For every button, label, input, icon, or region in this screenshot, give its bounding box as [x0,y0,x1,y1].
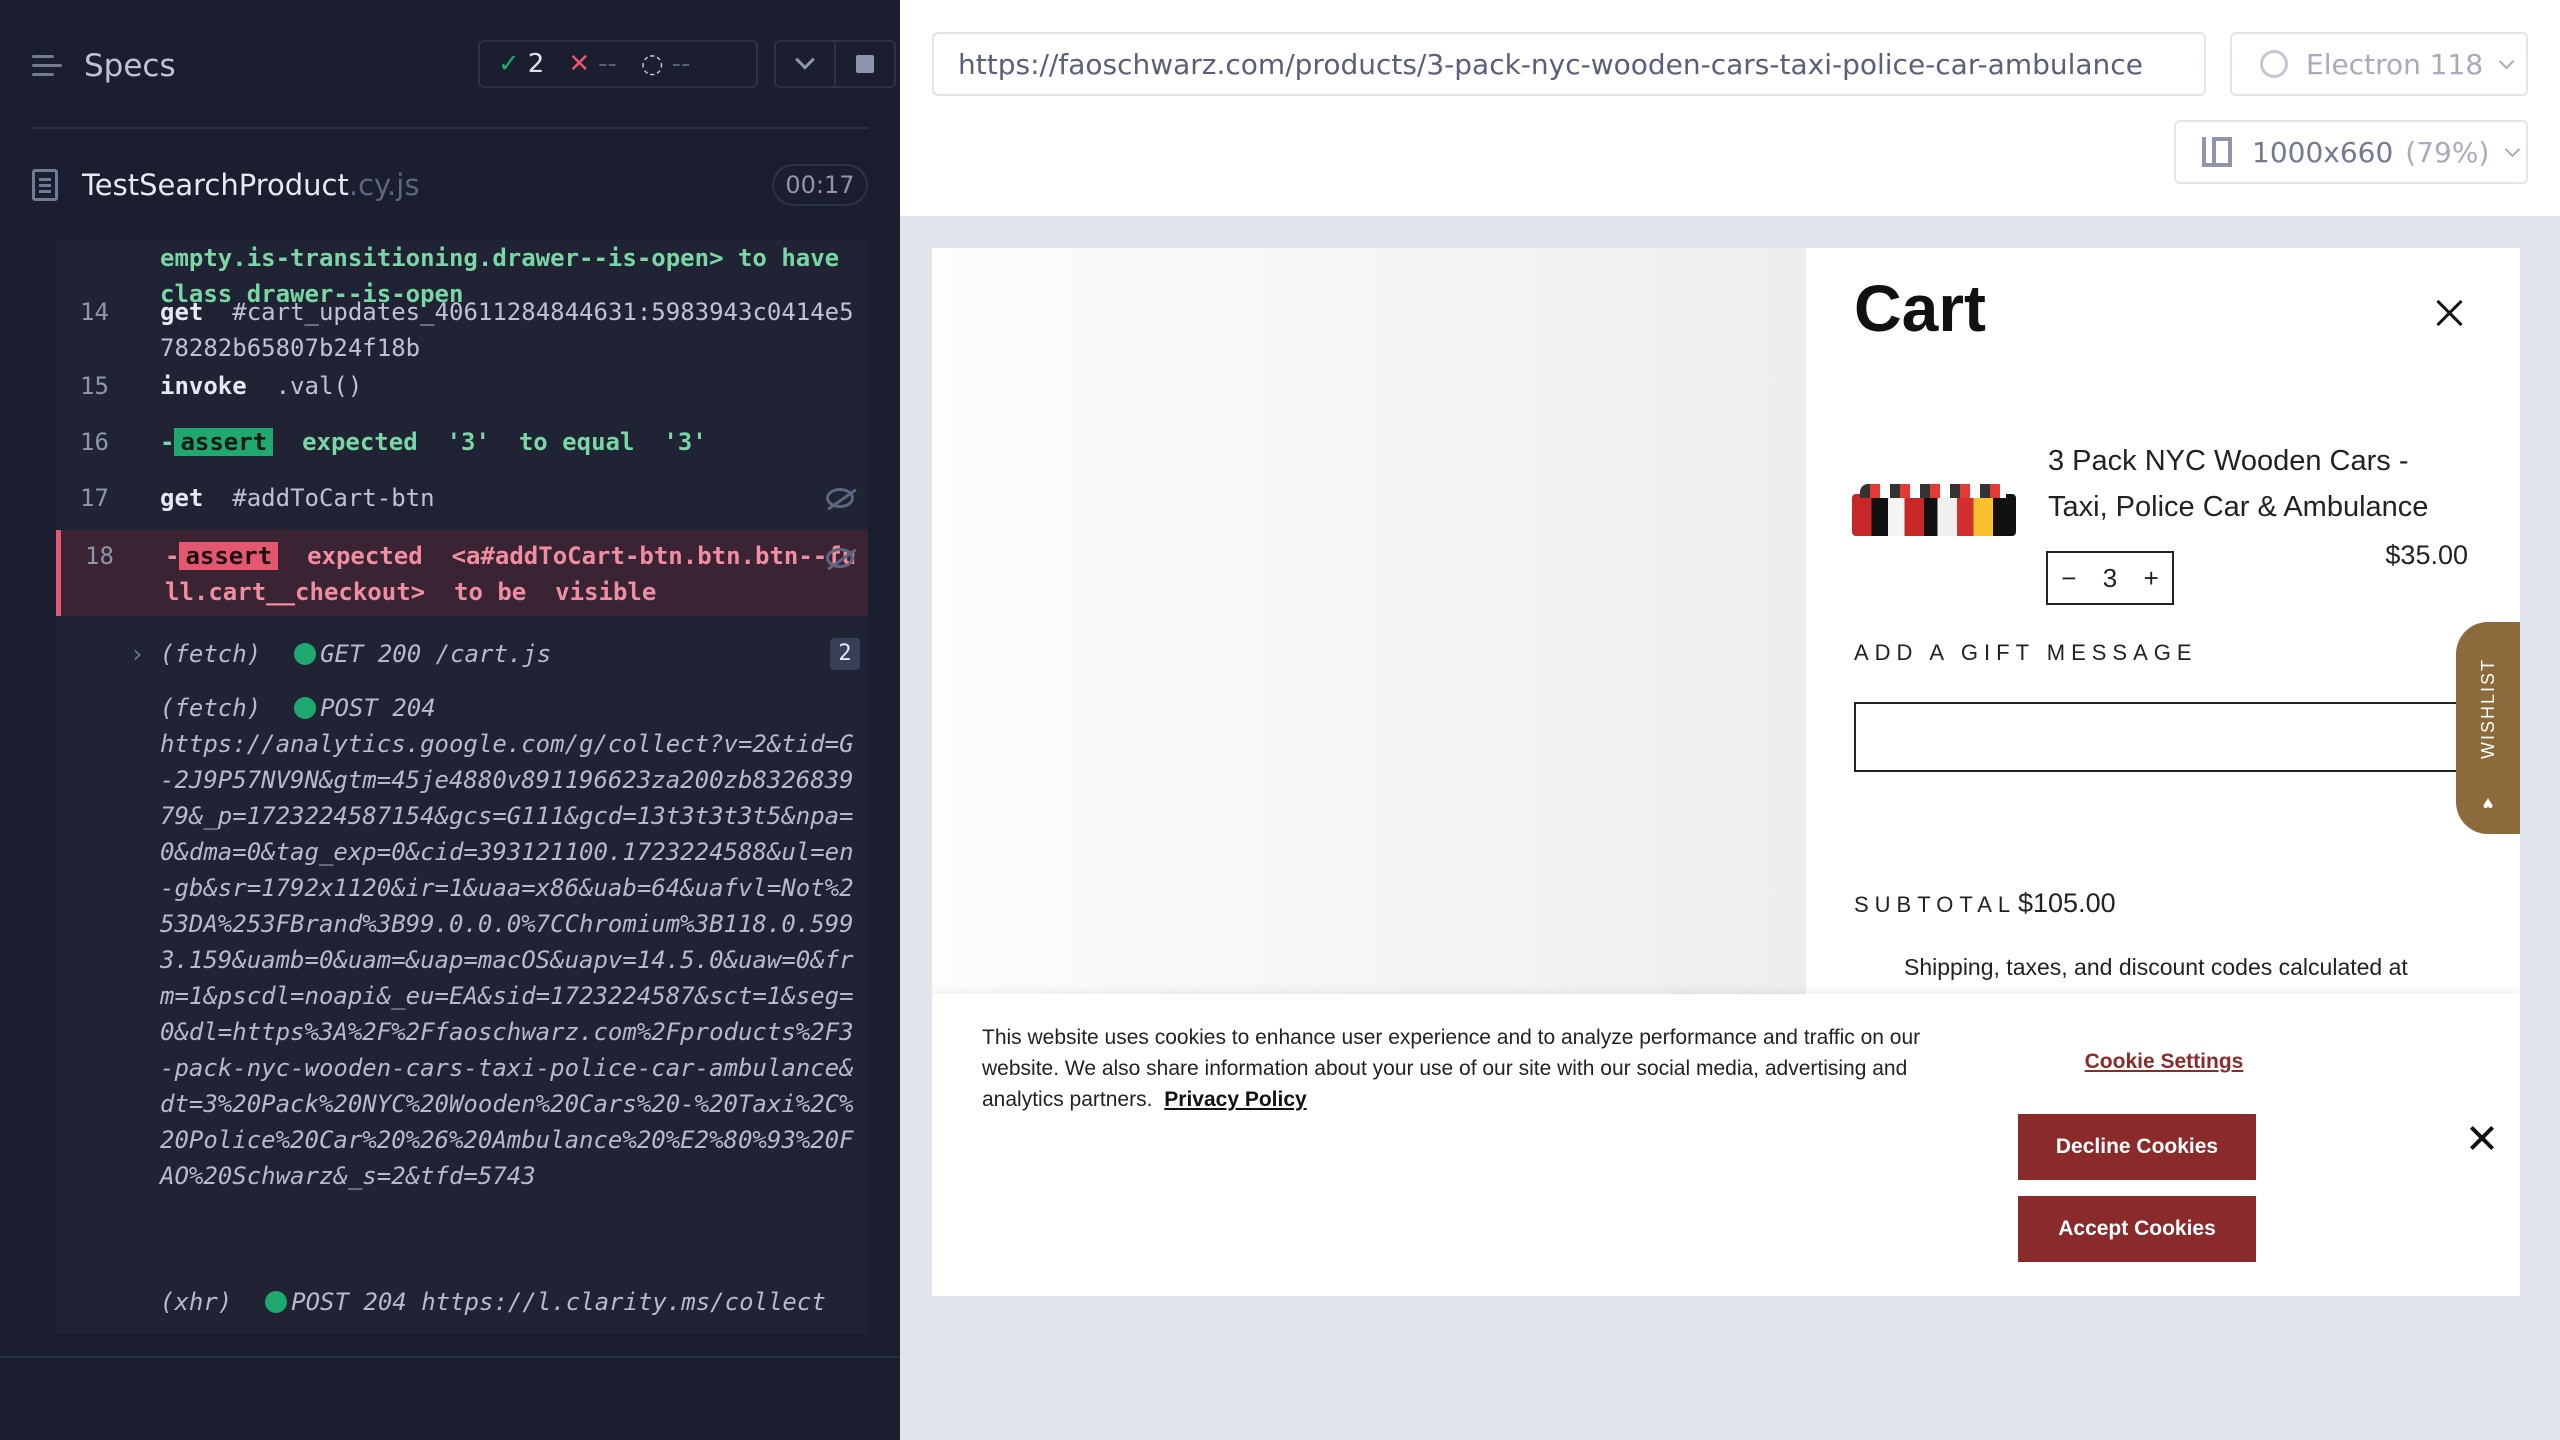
collapse-button[interactable] [774,40,836,88]
qty-value[interactable]: 3 [2103,563,2117,594]
browser-label: Electron 118 [2306,47,2484,81]
chevron-down-icon [2505,141,2521,157]
specs-toggle[interactable]: Specs [32,48,176,84]
stop-button[interactable] [834,40,896,88]
line-price: $35.00 [2385,540,2468,570]
cart-title: Cart [1854,271,1987,345]
subtotal-value: $105.00 [2018,888,2116,918]
divider [32,127,868,129]
viewport-scale: (79%) [2405,135,2490,169]
command-log: empty.is-transitioning.drawer--is-open> … [56,240,868,1334]
chevron-down-icon [2498,53,2515,69]
privacy-policy-link[interactable]: Privacy Policy [1164,1088,1306,1111]
qty-increase-button[interactable]: + [2144,563,2159,594]
assert-badge: assert [174,428,274,456]
failed-stat: ✕ -- [568,49,617,79]
status-dot [265,1291,288,1313]
hidden-eye-icon [826,488,854,508]
subtotal-label: SUBTOTAL [1854,892,2017,917]
specs-title: Specs [84,48,176,84]
ruler-icon [2202,137,2232,167]
url-bar[interactable]: https://faoschwarz.com/products/3-pack-n… [932,32,2206,96]
stop-icon [856,55,874,73]
aut-panel: https://faoschwarz.com/products/3-pack-n… [900,0,2560,1440]
test-stats: ✓ 2 ✕ -- ◌ -- [478,40,758,88]
command-row-14[interactable]: 14 get #cart_updates_40611284844631:5983… [56,294,868,370]
pending-stat: ◌ -- [640,49,691,79]
request-count-badge: 2 [830,638,860,670]
viewport-selector[interactable]: 1000x660 (79%) [2174,120,2528,184]
hidden-eye-icon [826,548,854,568]
close-icon[interactable] [2434,298,2464,328]
wishlist-tab[interactable]: WISHLIST ♥ [2456,622,2520,834]
command-row-18-failed[interactable]: 18 - assert expected <a#addToCart-btn.btn… [56,530,868,616]
aut-header: https://faoschwarz.com/products/3-pack-n… [900,0,2560,216]
electron-icon [2260,50,2288,78]
spec-extension: .cy.js [348,168,420,202]
decline-cookies-button[interactable]: Decline Cookies [2018,1114,2256,1180]
specs-header: Specs ✓ 2 ✕ -- ◌ -- [32,40,896,92]
assert-badge-failed: assert [179,542,279,570]
spec-name: TestSearchProduct [82,168,349,202]
gift-message-input[interactable] [1854,702,2494,772]
qty-decrease-button[interactable]: − [2061,563,2076,594]
cookie-settings-link[interactable]: Cookie Settings [2058,1050,2270,1074]
viewport-size: 1000x660 [2252,135,2394,169]
spec-duration: 00:17 [772,164,868,206]
product-image[interactable] [1852,484,2016,536]
chevron-down-icon [795,49,815,70]
product-name[interactable]: 3 Pack NYC Wooden Cars - Taxi, Police Ca… [2048,438,2468,530]
cypress-runner-panel: Specs ✓ 2 ✕ -- ◌ -- TestSearchProduct .cy.j… [0,0,900,1440]
cookie-text: This website uses cookies to enhance use… [982,1026,1921,1111]
passed-stat: ✓ 2 [498,49,545,79]
quantity-stepper: − 3 + [2046,551,2174,605]
status-dot [294,643,317,665]
cookie-banner: This website uses cookies to enhance use… [932,994,2520,1296]
spec-file-row[interactable]: TestSearchProduct .cy.js 00:17 [32,160,868,210]
page-under-test: Cart 3 Pack NYC Wooden Cars - Taxi, Poli… [932,248,2520,1296]
wishlist-label: WISHLIST [2477,658,2498,760]
gift-message-label: ADD A GIFT MESSAGE [1854,640,2198,665]
runner-footer [0,1356,900,1440]
file-icon [32,169,58,201]
heart-icon: ♥ [2477,792,2498,814]
specs-list-icon [32,51,66,81]
chevron-right-icon: › [130,640,145,668]
browser-selector[interactable]: Electron 118 [2230,32,2528,96]
shipping-note: Shipping, taxes, and discount codes calc… [1904,954,2408,980]
close-icon[interactable] [2470,1126,2494,1150]
accept-cookies-button[interactable]: Accept Cookies [2018,1196,2256,1262]
status-dot [294,697,317,719]
